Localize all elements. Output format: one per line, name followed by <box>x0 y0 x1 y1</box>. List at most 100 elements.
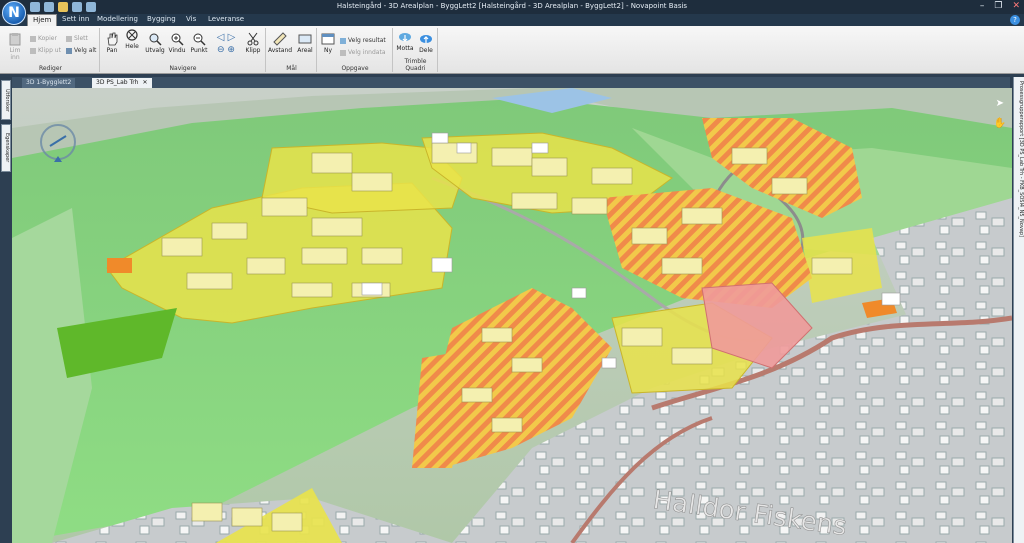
zoom-window-button[interactable]: Vindu <box>167 32 187 54</box>
zoom-window-label: Vindu <box>168 47 186 54</box>
select-all-button[interactable]: Velg alt <box>66 47 96 54</box>
paste-label: Lim inn <box>9 47 21 61</box>
process-report-tab[interactable]: Prosessgrupperapport [3D PS_Lab Trh - FK… <box>1014 81 1024 237</box>
share-label: Dele <box>419 47 433 54</box>
pan-label: Pan <box>106 47 118 54</box>
right-side-panel[interactable]: Prosessgrupperapport [3D PS_Lab Trh - FK… <box>1013 77 1024 543</box>
prev-next-view-icon[interactable]: ◁ ▷ <box>213 32 239 43</box>
copy-icon <box>30 35 36 42</box>
new-task-label: Ny <box>323 47 333 54</box>
receive-button[interactable]: Motta <box>395 30 415 52</box>
hand-icon <box>107 32 118 46</box>
clip-button[interactable]: Klipp <box>243 32 263 54</box>
select-result-button[interactable]: Velg resultat <box>340 37 386 44</box>
select-result-label: Velg resultat <box>348 37 386 44</box>
3d-scene[interactable]: Halldor Fiskens <box>12 88 1012 543</box>
group-rediger: Lim inn Kopier Klipp ut Slett Velg alt R… <box>2 28 100 72</box>
zoom-selection-icon <box>149 33 162 46</box>
distance-label: Avstand <box>268 47 293 54</box>
zoom-point-button[interactable]: Punkt <box>189 32 209 54</box>
zoom-extents-icon <box>126 29 138 41</box>
tab-bygging[interactable]: Bygging <box>147 15 176 23</box>
ribbon: Lim inn Kopier Klipp ut Slett Velg alt R… <box>0 26 1024 74</box>
zoom-all-button[interactable]: Hele <box>123 28 141 50</box>
cursor-icon: ➤ <box>995 98 1004 109</box>
doc-tab-ps-lab[interactable]: 3D PS_Lab Trh ✕ <box>92 78 152 88</box>
help-icon[interactable]: ? <box>1010 15 1020 25</box>
cut-button[interactable]: Klipp ut <box>30 47 61 54</box>
pan-button[interactable]: Pan <box>103 32 121 54</box>
copy-button[interactable]: Kopier <box>30 35 57 42</box>
cut-label: Klipp ut <box>38 47 61 54</box>
app-logo[interactable]: N <box>2 1 26 25</box>
window-controls: – ❐ ✕ <box>980 1 1020 11</box>
zoom-selection-button[interactable]: Utvalg <box>145 32 165 54</box>
doc-tab-label: 3D 1-Bygglett2 <box>26 79 72 86</box>
view-arrows: ◁ ▷ ⊖ ⊕ <box>213 32 239 55</box>
tab-sett-inn[interactable]: Sett inn <box>62 15 89 23</box>
close-icon[interactable]: ✕ <box>1012 1 1020 11</box>
group-maal: Avstand Areal Mål <box>267 28 317 72</box>
tab-hjem[interactable]: Hjem <box>27 14 58 26</box>
share-button[interactable]: Dele <box>416 32 436 54</box>
zoom-in-out-icon[interactable]: ⊖ ⊕ <box>213 45 239 55</box>
maximize-icon[interactable]: ❐ <box>994 1 1002 11</box>
side-tab-explorer[interactable]: Utforsker <box>1 80 11 120</box>
area-button[interactable]: Areal <box>294 32 316 54</box>
select-input-label: Velg inndata <box>348 49 386 56</box>
select-input-button[interactable]: Velg inndata <box>340 49 386 56</box>
scissors-icon <box>247 32 259 46</box>
paste-button[interactable]: Lim inn <box>4 32 26 61</box>
3d-viewport[interactable]: Halldor Fiskens ➤ ✋ <box>12 88 1012 543</box>
copy-label: Kopier <box>38 35 57 42</box>
group-label-trimble: Trimble Quadri <box>404 58 427 72</box>
group-navigere: Pan Hele Utvalg Vindu Punkt ◁ ▷ ⊖ ⊕ Klip… <box>101 28 266 72</box>
area-label: Areal <box>297 47 313 54</box>
compass-gizmo[interactable] <box>38 122 78 162</box>
zoom-window-icon <box>171 33 184 46</box>
clipboard-icon <box>9 33 21 46</box>
zoom-point-icon <box>193 33 206 46</box>
delete-icon <box>66 35 72 42</box>
document-tab-bar: 3D 1-Bygglett2 3D PS_Lab Trh ✕ <box>12 77 1010 88</box>
tab-modellering[interactable]: Modellering <box>97 15 138 23</box>
receive-label: Motta <box>396 45 414 52</box>
title-bar: Halsteingård - 3D Arealplan - ByggLett2 … <box>0 0 1024 14</box>
new-task-button[interactable]: Ny <box>319 32 337 54</box>
zoom-all-label: Hele <box>125 43 139 50</box>
group-trimble-quadri: Motta Dele Trimble Quadri <box>394 28 438 72</box>
close-tab-icon[interactable]: ✕ <box>142 79 147 86</box>
result-icon <box>340 37 346 44</box>
scissors-icon <box>30 47 36 54</box>
cloud-download-icon <box>399 33 411 42</box>
novapoint-window: Halsteingård - 3D Arealplan - ByggLett2 … <box>0 0 1024 543</box>
clip-label: Klipp <box>245 47 261 54</box>
tab-leveranse[interactable]: Leveranse <box>208 15 244 23</box>
input-icon <box>340 49 346 56</box>
group-label-oppgave: Oppgave <box>341 65 369 72</box>
orange-marker-west <box>107 258 132 273</box>
hand-tool-icon[interactable]: ✋ <box>994 118 1006 129</box>
delete-label: Slett <box>74 35 88 42</box>
delete-button[interactable]: Slett <box>66 35 88 42</box>
doc-tab-bygglett2[interactable]: 3D 1-Bygglett2 <box>22 78 76 88</box>
group-oppgave: Ny Velg resultat Velg inndata Oppgave <box>318 28 393 72</box>
group-label-maal: Mål <box>286 65 297 72</box>
minimize-icon[interactable]: – <box>980 1 985 11</box>
ruler-icon <box>273 32 287 46</box>
doc-tab-label: 3D PS_Lab Trh <box>96 79 139 86</box>
zoom-point-label: Punkt <box>190 47 208 54</box>
ribbon-tab-bar: Hjem Sett inn Modellering Bygging Vis Le… <box>0 14 1024 26</box>
area-icon <box>298 34 312 44</box>
group-label-navigere: Navigere <box>169 65 197 72</box>
window-title: Halsteingård - 3D Arealplan - ByggLett2 … <box>336 2 688 10</box>
select-all-label: Velg alt <box>74 47 97 54</box>
distance-button[interactable]: Avstand <box>268 32 292 54</box>
zoom-selection-label: Utvalg <box>145 47 165 54</box>
side-tab-properties[interactable]: Egenskaper <box>1 124 11 172</box>
select-all-icon <box>66 47 72 54</box>
group-label-rediger: Rediger <box>38 65 63 72</box>
cloud-upload-icon <box>420 35 432 43</box>
tab-vis[interactable]: Vis <box>186 15 196 23</box>
new-task-icon <box>321 33 335 45</box>
